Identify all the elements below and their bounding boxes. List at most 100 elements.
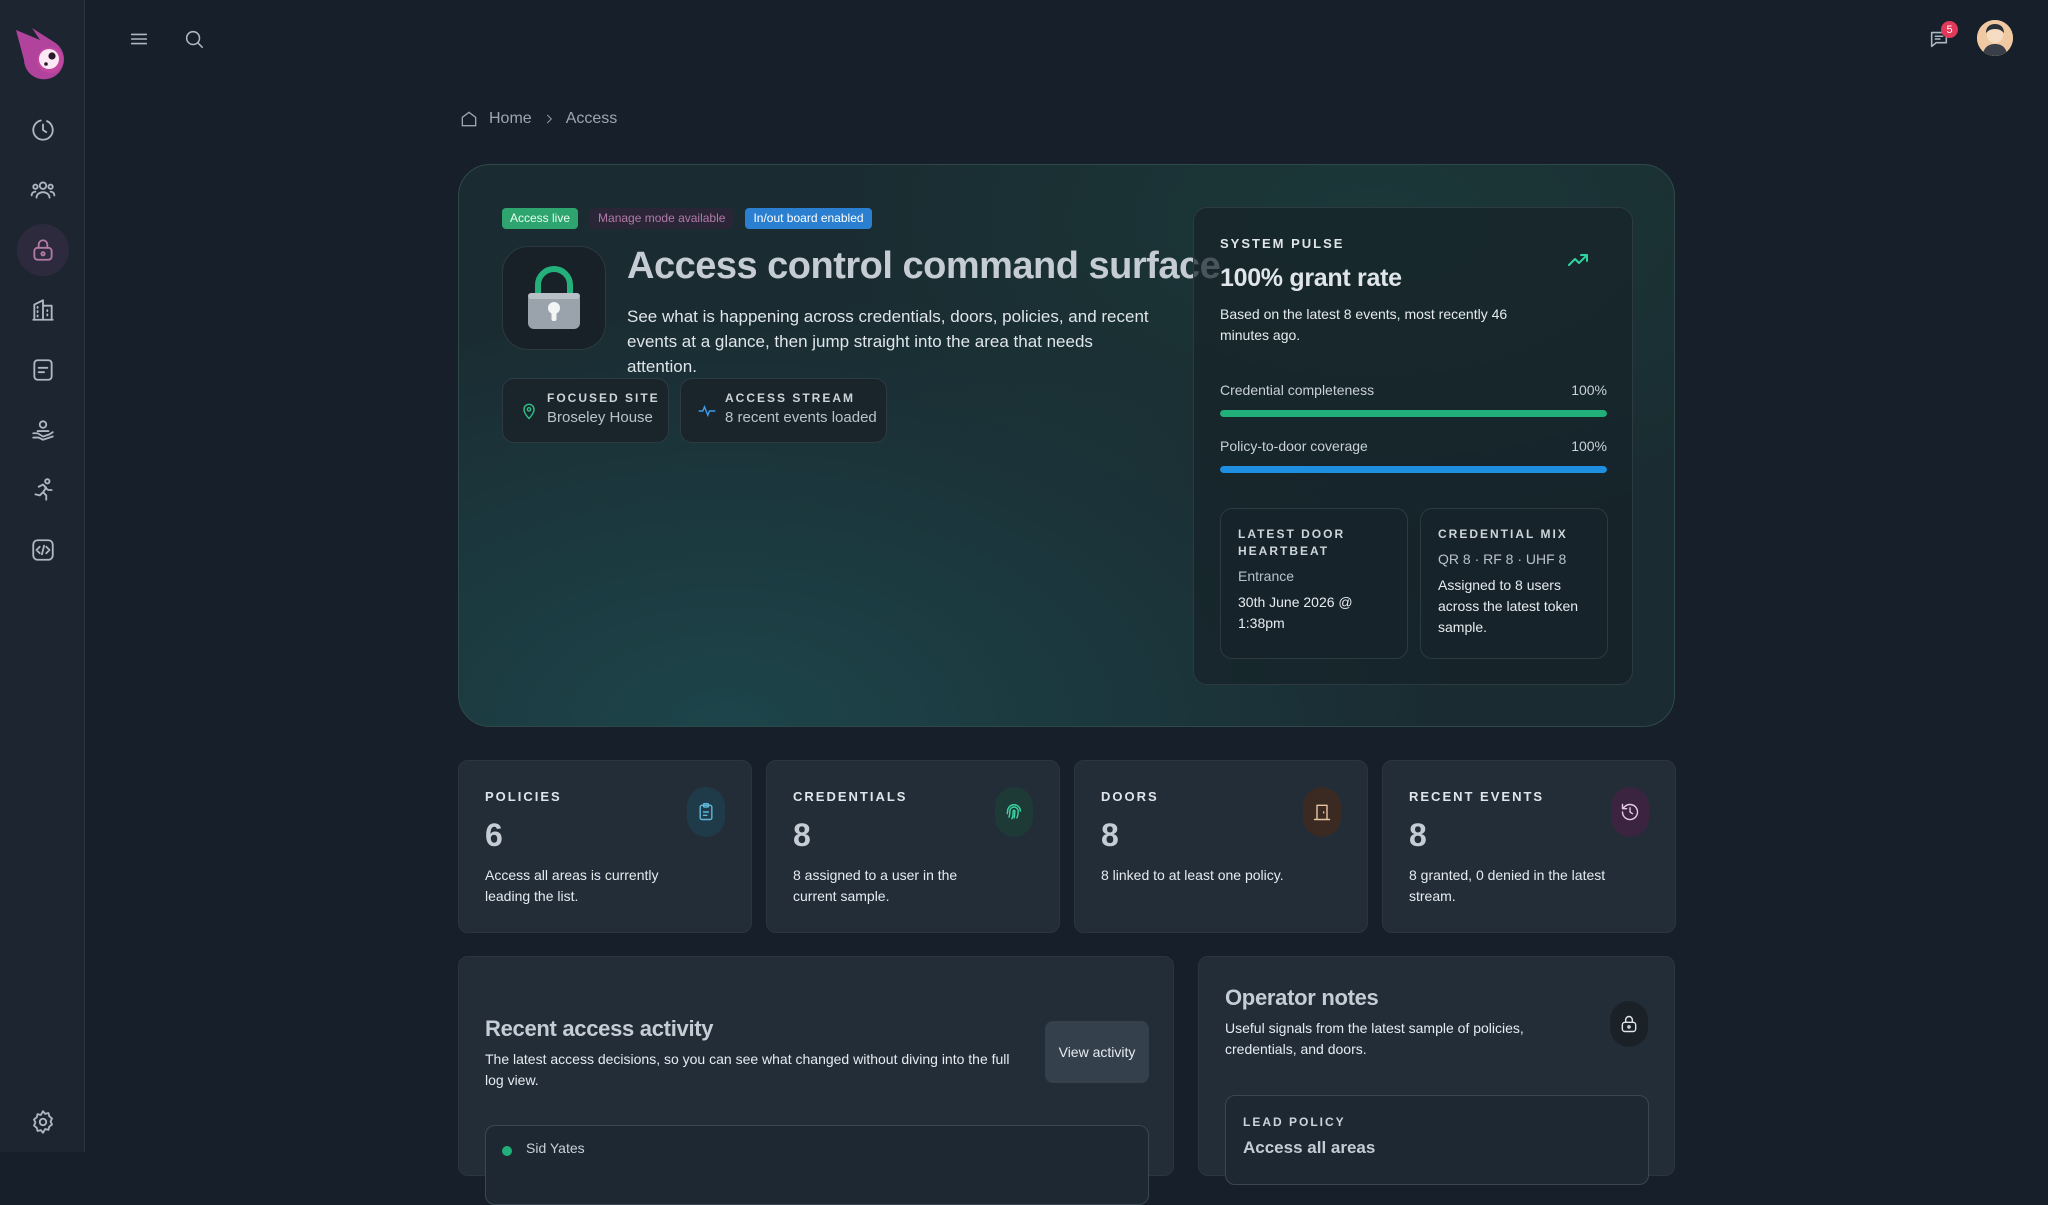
clipboard-icon — [687, 787, 725, 837]
access-stream-label: ACCESS STREAM — [725, 391, 856, 405]
operator-notes-title: Operator notes — [1225, 985, 1379, 1010]
recent-activity-panel: Recent access activity The latest access… — [458, 956, 1174, 1205]
activity-user: Sid Yates — [526, 1140, 585, 1156]
avatar[interactable] — [1977, 20, 2013, 56]
status-dot-icon — [502, 1146, 512, 1156]
tag-manage-mode: Manage mode available — [590, 208, 734, 229]
building-icon — [32, 299, 54, 321]
heartbeat-time: 30th June 2026 @ 1:38pm — [1238, 594, 1353, 631]
pulse-icon — [698, 404, 716, 418]
latest-door-heartbeat-card: LATEST DOOR HEARTBEAT Entrance 30th June… — [1220, 508, 1408, 659]
stat-label: POLICIES — [485, 789, 562, 804]
access-stream-card[interactable]: ACCESS STREAM 8 recent events loaded — [680, 378, 887, 443]
chevron-right-icon — [546, 114, 552, 124]
policy-door-coverage: Policy-to-door coverage 100% — [1220, 438, 1607, 473]
map-pin-icon — [523, 403, 535, 420]
bar-value: 100% — [1571, 438, 1607, 454]
padlock-icon — [502, 246, 606, 350]
credential-mix-label: CREDENTIAL MIX — [1438, 527, 1568, 541]
lead-policy-value: Access all areas — [1243, 1138, 1376, 1157]
tag-access-live: Access live — [502, 208, 579, 229]
bar-value: 100% — [1571, 382, 1607, 398]
hero-card: Access live Manage mode available In/out… — [458, 164, 1675, 727]
credential-completeness: Credential completeness 100% — [1220, 382, 1607, 417]
breadcrumb-current: Access — [565, 110, 618, 127]
nav-history[interactable] — [17, 104, 69, 156]
credential-mix-card: CREDENTIAL MIX QR 8 · RF 8 · UHF 8 Assig… — [1420, 508, 1608, 659]
clock-history-icon — [32, 119, 54, 141]
breadcrumb-home[interactable]: Home — [489, 110, 532, 128]
users-icon — [30, 181, 56, 199]
stat-number: 8 — [1101, 817, 1119, 853]
running-icon — [34, 478, 53, 501]
app-logo[interactable] — [14, 26, 70, 82]
operator-notes-desc: Useful signals from the latest sample of… — [1225, 1020, 1524, 1057]
stat-text: Access all areas is currently leading th… — [485, 867, 659, 904]
search-button[interactable] — [179, 24, 209, 54]
history-icon — [1611, 787, 1649, 837]
stat-doors[interactable]: DOORS 8 8 linked to at least one policy. — [1074, 760, 1368, 933]
activity-row[interactable]: Sid Yates — [485, 1125, 1149, 1205]
breadcrumb: Home Access — [459, 108, 617, 130]
hamburger-icon — [130, 33, 148, 45]
focused-site-label: FOCUSED SITE — [547, 391, 660, 405]
page-subtitle: See what is happening across credentials… — [627, 307, 1149, 376]
progress-fill — [1220, 410, 1607, 417]
system-pulse-panel: SYSTEM PULSE 100% grant rate Based on th… — [1193, 207, 1633, 685]
nav-people[interactable] — [17, 164, 69, 216]
status-tags: Access live Manage mode available In/out… — [502, 208, 872, 229]
recent-activity-title: Recent access activity — [485, 1016, 714, 1041]
code-icon — [32, 539, 54, 561]
stat-label: DOORS — [1101, 789, 1159, 804]
recent-activity-desc: The latest access decisions, so you can … — [485, 1051, 1010, 1088]
stat-text: 8 assigned to a user in the current samp… — [793, 867, 958, 904]
nav-documents[interactable] — [17, 344, 69, 396]
trending-up-icon — [1568, 254, 1588, 266]
stat-policies[interactable]: POLICIES 6 Access all areas is currently… — [458, 760, 752, 933]
search-icon — [185, 30, 204, 49]
nav-visitors[interactable] — [17, 404, 69, 456]
stat-number: 8 — [1409, 817, 1427, 853]
credential-mix-desc: Assigned to 8 users across the latest to… — [1438, 577, 1579, 635]
focused-site-card[interactable]: FOCUSED SITE Broseley House — [502, 378, 669, 443]
notification-badge: 5 — [1941, 21, 1958, 38]
bar-label: Policy-to-door coverage — [1220, 438, 1368, 454]
lock-icon — [1610, 1001, 1648, 1047]
lock-icon — [33, 239, 53, 261]
page-title: Access control command surface — [627, 245, 1221, 287]
operator-notes-panel: Operator notes Useful signals from the l… — [1198, 956, 1675, 1185]
stat-label: RECENT EVENTS — [1409, 789, 1545, 804]
lead-policy-card: LEAD POLICY Access all areas — [1225, 1095, 1649, 1185]
nav-activity[interactable] — [17, 464, 69, 516]
credential-mix-types: QR 8 · RF 8 · UHF 8 — [1438, 551, 1567, 567]
grant-rate-desc: Based on the latest 8 events, most recen… — [1220, 306, 1508, 343]
home-icon[interactable] — [459, 109, 479, 129]
system-pulse-heading: SYSTEM PULSE — [1220, 236, 1345, 251]
stat-number: 8 — [793, 817, 811, 853]
lead-policy-label: LEAD POLICY — [1243, 1115, 1346, 1129]
stat-number: 6 — [485, 817, 503, 853]
heartbeat-door: Entrance — [1238, 568, 1295, 584]
stat-recent-events[interactable]: RECENT EVENTS 8 8 granted, 0 denied in t… — [1382, 760, 1676, 933]
access-stream-value: 8 recent events loaded — [725, 409, 877, 426]
bar-label: Credential completeness — [1220, 382, 1375, 398]
stat-credentials[interactable]: CREDENTIALS 8 8 assigned to a user in th… — [766, 760, 1060, 933]
nav-buildings[interactable] — [17, 284, 69, 336]
door-icon — [1303, 787, 1341, 837]
hand-user-icon — [32, 420, 54, 441]
menu-button[interactable] — [124, 24, 154, 54]
heartbeat-label: LATEST DOOR HEARTBEAT — [1238, 527, 1346, 558]
focused-site-value: Broseley House — [547, 409, 653, 426]
sidebar — [0, 0, 85, 1152]
view-activity-button[interactable]: View activity — [1045, 1021, 1149, 1083]
stat-label: CREDENTIALS — [793, 789, 908, 804]
tag-inout-board: In/out board enabled — [745, 208, 872, 229]
nav-developer[interactable] — [17, 524, 69, 576]
nav-settings[interactable] — [17, 1096, 69, 1148]
nav-access[interactable] — [17, 224, 69, 276]
grant-rate: 100% grant rate — [1220, 264, 1402, 292]
fingerprint-icon — [995, 787, 1033, 837]
stat-text: 8 linked to at least one policy. — [1101, 867, 1284, 883]
document-icon — [33, 359, 53, 381]
progress-fill — [1220, 466, 1607, 473]
